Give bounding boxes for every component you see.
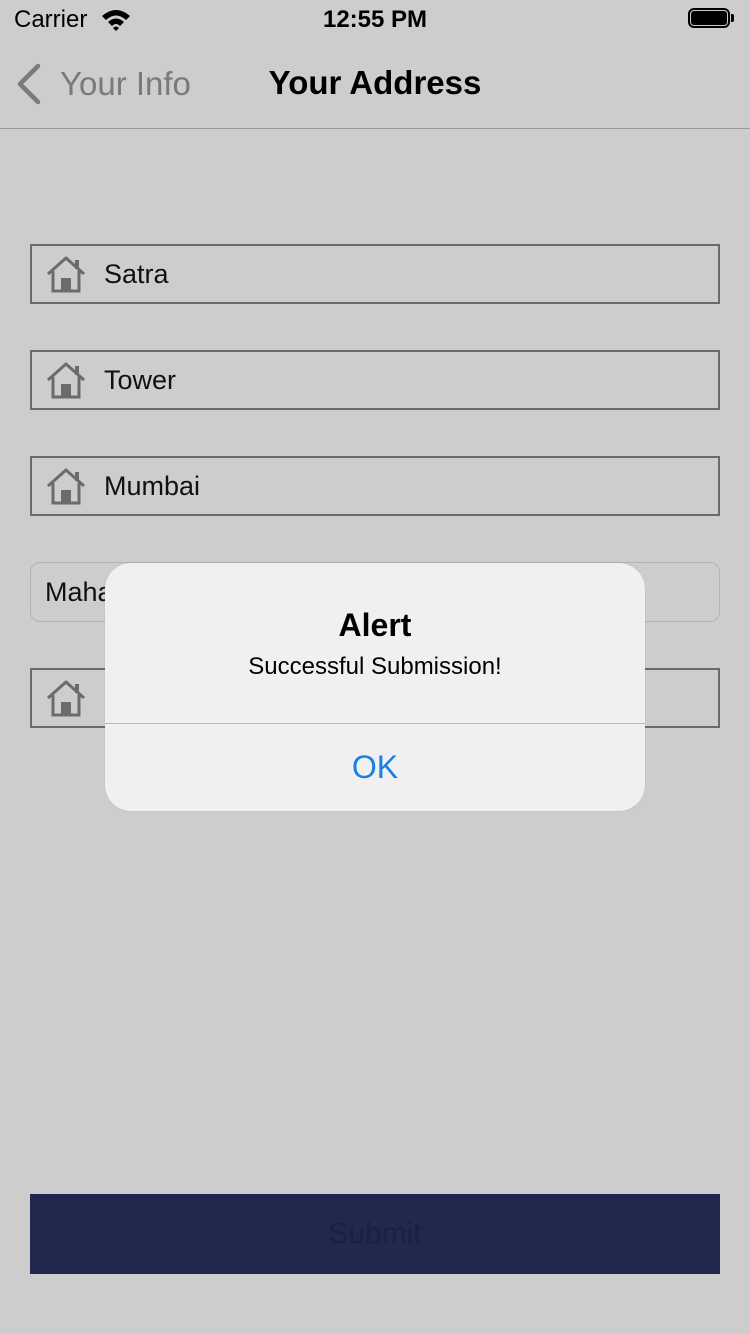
battery-full-icon [688,8,738,32]
city-field[interactable]: Mumbai [30,456,720,516]
state-value: Maha [45,576,113,607]
alert-ok-button[interactable]: OK [105,724,645,811]
home-icon [47,680,85,717]
home-icon [47,468,85,505]
address-line1-value: Satra [104,258,169,289]
home-icon [47,362,85,399]
address-line2-field[interactable]: Tower [30,350,720,410]
alert-dialog: Alert Successful Submission! OK [105,563,645,811]
city-value: Mumbai [104,470,201,501]
status-bar: Carrier 12:55 PM [0,0,750,40]
status-time: 12:55 PM [322,6,428,33]
home-icon [47,256,85,293]
address-line1-field[interactable]: Satra [30,244,720,304]
submit-button[interactable]: Submit [30,1194,720,1274]
page-title: Your Address [268,64,482,101]
alert-message: Successful Submission! [248,653,502,680]
alert-title: Alert [338,607,412,643]
address-line2-value: Tower [104,364,177,395]
navigation-bar: Your Info Your Address [0,40,750,129]
